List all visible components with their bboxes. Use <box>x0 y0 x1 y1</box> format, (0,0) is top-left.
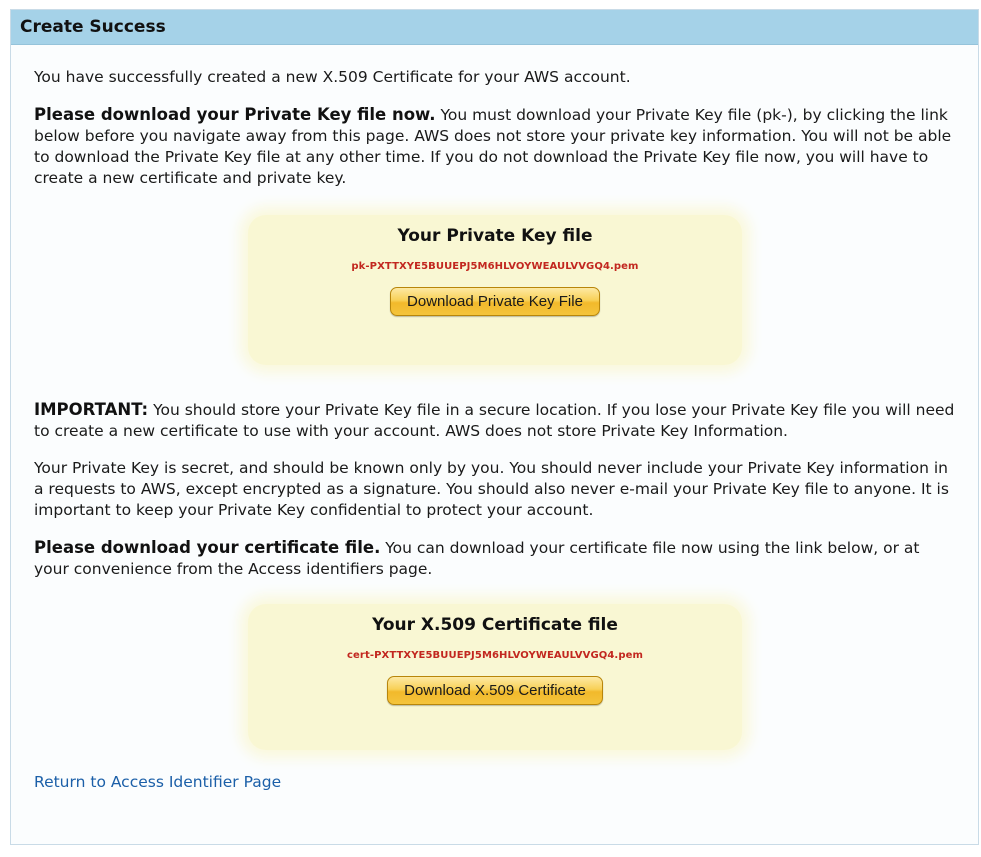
certificate-download-box: Your X.509 Certificate file cert-PXTTXYE… <box>248 604 742 750</box>
return-to-access-identifier-link[interactable]: Return to Access Identifier Page <box>34 772 281 793</box>
important-notice-heading: IMPORTANT: <box>34 400 149 419</box>
secret-notice: Your Private Key is secret, and should b… <box>34 459 949 519</box>
panel-content: You have successfully created a new X.50… <box>11 67 978 793</box>
private-key-notice-heading: Please download your Private Key file no… <box>34 105 436 124</box>
panel-header: Create Success <box>11 10 978 45</box>
download-certificate-button[interactable]: Download X.509 Certificate <box>387 676 603 705</box>
certificate-box-title: Your X.509 Certificate file <box>372 615 618 635</box>
create-success-panel: Create Success You have successfully cre… <box>10 9 979 845</box>
success-message: You have successfully created a new X.50… <box>34 68 631 86</box>
private-key-download-box: Your Private Key file pk-PXTTXYE5BUUEPJ5… <box>248 215 742 365</box>
private-key-box-title: Your Private Key file <box>397 226 593 246</box>
important-notice-text: You should store your Private Key file i… <box>34 401 955 440</box>
certificate-file-name: cert-PXTTXYE5BUUEPJ5M6HLVOYWEAULVVGQ4.pe… <box>347 650 643 661</box>
certificate-notice: Please download your certificate file. Y… <box>34 537 955 580</box>
panel-title: Create Success <box>20 17 166 37</box>
important-notice: IMPORTANT: You should store your Private… <box>34 399 955 442</box>
download-private-key-button[interactable]: Download Private Key File <box>390 287 600 316</box>
private-key-notice: Please download your Private Key file no… <box>34 104 955 189</box>
private-key-file-name: pk-PXTTXYE5BUUEPJ5M6HLVOYWEAULVVGQ4.pem <box>351 261 639 272</box>
certificate-notice-heading: Please download your certificate file. <box>34 538 381 557</box>
